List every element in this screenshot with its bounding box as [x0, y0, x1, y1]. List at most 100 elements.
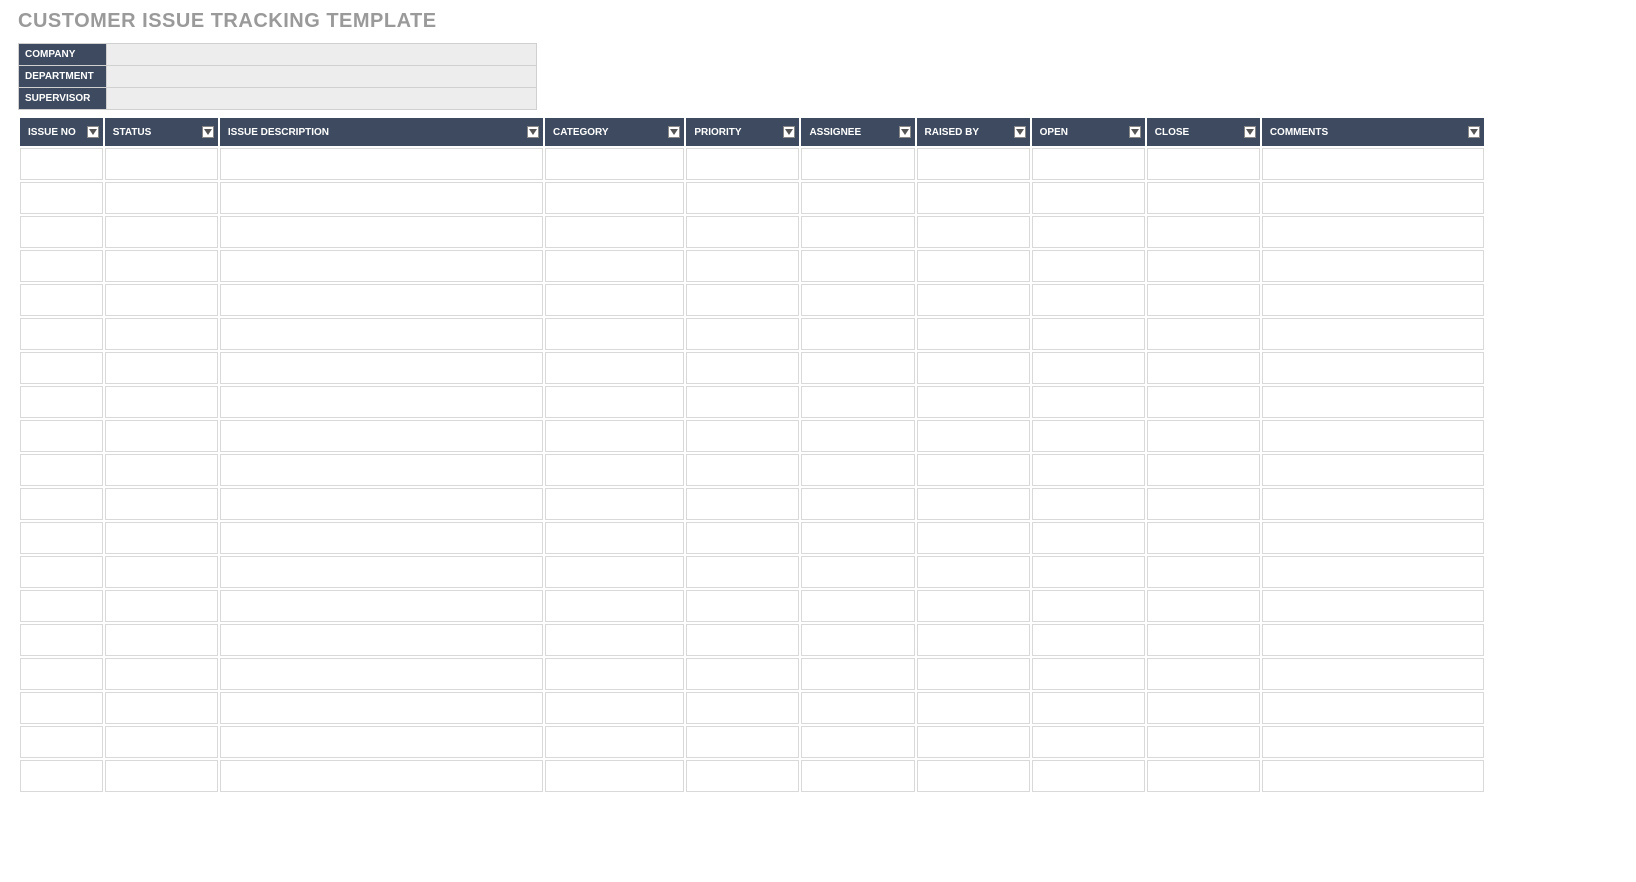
table-cell[interactable] — [917, 488, 1030, 520]
table-cell[interactable] — [801, 148, 914, 180]
col-header-issue-no[interactable]: ISSUE NO — [20, 118, 103, 146]
table-cell[interactable] — [20, 488, 103, 520]
table-cell[interactable] — [105, 726, 218, 758]
table-cell[interactable] — [801, 590, 914, 622]
table-cell[interactable] — [917, 590, 1030, 622]
table-cell[interactable] — [801, 352, 914, 384]
table-cell[interactable] — [1032, 318, 1145, 350]
table-cell[interactable] — [686, 454, 799, 486]
table-cell[interactable] — [1032, 182, 1145, 214]
table-cell[interactable] — [1032, 624, 1145, 656]
table-cell[interactable] — [917, 658, 1030, 690]
col-header-close[interactable]: CLOSE — [1147, 118, 1260, 146]
table-cell[interactable] — [1032, 522, 1145, 554]
table-cell[interactable] — [1032, 352, 1145, 384]
table-cell[interactable] — [105, 250, 218, 282]
table-cell[interactable] — [917, 760, 1030, 792]
table-cell[interactable] — [1262, 590, 1484, 622]
table-cell[interactable] — [1147, 420, 1260, 452]
table-cell[interactable] — [917, 250, 1030, 282]
table-cell[interactable] — [220, 726, 543, 758]
table-cell[interactable] — [686, 590, 799, 622]
table-cell[interactable] — [1147, 760, 1260, 792]
table-cell[interactable] — [801, 488, 914, 520]
table-cell[interactable] — [20, 352, 103, 384]
table-cell[interactable] — [917, 352, 1030, 384]
table-cell[interactable] — [1032, 488, 1145, 520]
table-cell[interactable] — [545, 692, 684, 724]
table-cell[interactable] — [801, 420, 914, 452]
table-cell[interactable] — [545, 726, 684, 758]
table-cell[interactable] — [686, 250, 799, 282]
table-cell[interactable] — [1262, 284, 1484, 316]
table-cell[interactable] — [545, 556, 684, 588]
filter-dropdown-icon[interactable] — [1468, 126, 1480, 138]
table-cell[interactable] — [1147, 352, 1260, 384]
table-cell[interactable] — [686, 658, 799, 690]
meta-value-supervisor[interactable] — [107, 88, 537, 110]
table-cell[interactable] — [220, 692, 543, 724]
table-cell[interactable] — [686, 522, 799, 554]
table-cell[interactable] — [220, 250, 543, 282]
table-cell[interactable] — [20, 318, 103, 350]
table-cell[interactable] — [1147, 556, 1260, 588]
table-cell[interactable] — [1147, 318, 1260, 350]
table-cell[interactable] — [105, 352, 218, 384]
table-cell[interactable] — [917, 726, 1030, 758]
table-cell[interactable] — [105, 760, 218, 792]
table-cell[interactable] — [1147, 284, 1260, 316]
table-cell[interactable] — [105, 216, 218, 248]
col-header-status[interactable]: STATUS — [105, 118, 218, 146]
table-cell[interactable] — [1262, 454, 1484, 486]
table-cell[interactable] — [545, 590, 684, 622]
table-cell[interactable] — [1147, 250, 1260, 282]
table-cell[interactable] — [1147, 148, 1260, 180]
table-cell[interactable] — [801, 556, 914, 588]
table-cell[interactable] — [917, 454, 1030, 486]
table-cell[interactable] — [1032, 556, 1145, 588]
filter-dropdown-icon[interactable] — [1244, 126, 1256, 138]
filter-dropdown-icon[interactable] — [783, 126, 795, 138]
table-cell[interactable] — [1147, 624, 1260, 656]
table-cell[interactable] — [1147, 386, 1260, 418]
table-cell[interactable] — [1262, 420, 1484, 452]
table-cell[interactable] — [1262, 760, 1484, 792]
table-cell[interactable] — [20, 284, 103, 316]
table-cell[interactable] — [545, 148, 684, 180]
table-cell[interactable] — [1262, 692, 1484, 724]
table-cell[interactable] — [686, 386, 799, 418]
table-cell[interactable] — [220, 556, 543, 588]
table-cell[interactable] — [686, 284, 799, 316]
table-cell[interactable] — [686, 488, 799, 520]
table-cell[interactable] — [220, 420, 543, 452]
table-cell[interactable] — [801, 216, 914, 248]
table-cell[interactable] — [1262, 658, 1484, 690]
table-cell[interactable] — [105, 386, 218, 418]
table-cell[interactable] — [686, 148, 799, 180]
table-cell[interactable] — [220, 386, 543, 418]
table-cell[interactable] — [20, 182, 103, 214]
table-cell[interactable] — [20, 386, 103, 418]
table-cell[interactable] — [801, 182, 914, 214]
table-cell[interactable] — [801, 624, 914, 656]
table-cell[interactable] — [220, 488, 543, 520]
table-cell[interactable] — [801, 386, 914, 418]
table-cell[interactable] — [545, 522, 684, 554]
table-cell[interactable] — [686, 624, 799, 656]
col-header-comments[interactable]: COMMENTS — [1262, 118, 1484, 146]
table-cell[interactable] — [105, 148, 218, 180]
table-cell[interactable] — [20, 556, 103, 588]
table-cell[interactable] — [1032, 590, 1145, 622]
table-cell[interactable] — [545, 658, 684, 690]
filter-dropdown-icon[interactable] — [87, 126, 99, 138]
table-cell[interactable] — [1147, 522, 1260, 554]
table-cell[interactable] — [20, 216, 103, 248]
table-cell[interactable] — [917, 148, 1030, 180]
table-cell[interactable] — [20, 624, 103, 656]
filter-dropdown-icon[interactable] — [899, 126, 911, 138]
col-header-assignee[interactable]: ASSIGNEE — [801, 118, 914, 146]
table-cell[interactable] — [105, 488, 218, 520]
table-cell[interactable] — [220, 318, 543, 350]
table-cell[interactable] — [545, 760, 684, 792]
table-cell[interactable] — [220, 590, 543, 622]
